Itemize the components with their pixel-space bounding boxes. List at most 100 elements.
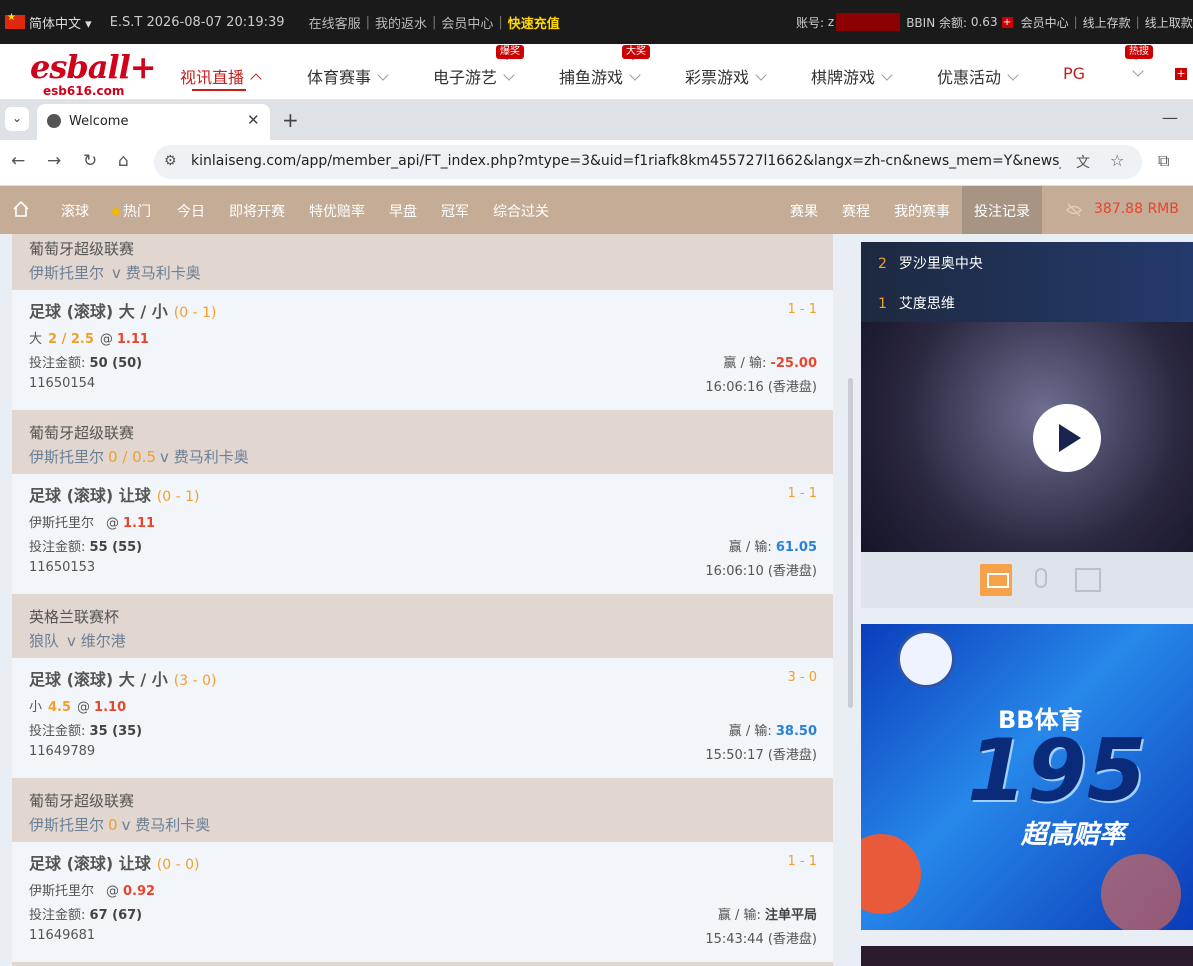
bet-odds: 1.11	[116, 332, 149, 347]
subnav-hot[interactable]: 热门	[112, 201, 151, 221]
bet-type: 足球 (滚球) 大 / 小 (3 - 0)	[29, 666, 216, 690]
chevron-down-icon	[629, 69, 641, 81]
bet-odds: 1.10	[94, 700, 127, 715]
balance-value: 0.63	[970, 15, 998, 29]
bet-type-label: 足球 (滚球) 让球	[29, 486, 151, 505]
microphone-icon[interactable]	[1035, 568, 1047, 588]
bet-odds: 0.92	[123, 884, 156, 899]
chevron-down-icon	[1132, 65, 1144, 77]
right-member-center-link[interactable]: 会员中心	[1021, 14, 1069, 31]
online-deposit-link[interactable]: 线上存款	[1083, 14, 1131, 31]
divider: |	[431, 14, 437, 30]
scrollbar[interactable]	[848, 378, 853, 708]
subnav-inplay[interactable]: 滚球	[61, 201, 89, 221]
win-loss: 赢 / 输: 注单平局	[718, 904, 817, 923]
home-icon[interactable]	[12, 200, 30, 218]
order-id: 11649789	[29, 744, 96, 759]
url-field[interactable]: ⚙ kinlaiseng.com/app/member_api/FT_index…	[154, 145, 1142, 179]
site-settings-icon[interactable]: ⚙	[164, 153, 177, 169]
bet-selection: 小 4.5 @1.10	[29, 696, 126, 715]
at-symbol: @	[77, 700, 91, 715]
stake-amount: 67 (67)	[89, 908, 143, 923]
esball-logo[interactable]: esball+ esb616.com	[30, 50, 157, 98]
win-loss-amount: 38.50	[775, 724, 817, 739]
subnav-schedule[interactable]: 赛程	[842, 201, 870, 221]
language-selector[interactable]: 简体中文 ▾	[29, 13, 92, 32]
subnav-outright[interactable]: 冠军	[441, 201, 469, 221]
stake-label: 投注金额:	[29, 540, 86, 555]
next-bet-header	[12, 962, 833, 966]
subnav-bet-history[interactable]: 投注记录	[974, 201, 1030, 221]
nav-live-video[interactable]: 视讯直播	[180, 64, 262, 91]
stake: 投注金额: 35 (35)	[29, 720, 142, 739]
plus-icon[interactable]: +	[1175, 68, 1187, 80]
subnav-my-events[interactable]: 我的赛事	[894, 201, 950, 221]
reload-icon[interactable]: ↻	[83, 151, 97, 171]
translate-icon[interactable]: 文	[1076, 152, 1090, 172]
quick-recharge-link[interactable]: 快速充值	[508, 13, 560, 32]
home-icon[interactable]: ⌂	[118, 151, 129, 171]
tv-icon[interactable]	[980, 564, 1012, 596]
win-loss-label: 赢 / 输:	[728, 540, 772, 555]
forward-icon[interactable]: →	[47, 151, 61, 171]
refresh-balance-icon[interactable]: +	[1001, 16, 1013, 28]
promo-tagline: 超高赔率	[1021, 820, 1126, 850]
selection-name: 小	[29, 700, 43, 715]
jackpot-badge: 爆奖	[496, 45, 524, 60]
layout-grid-icon[interactable]	[1075, 568, 1101, 592]
customer-service-link[interactable]: 在线客服	[309, 13, 361, 32]
nav-sports[interactable]: 体育赛事	[307, 64, 389, 88]
back-icon[interactable]: ←	[11, 151, 25, 171]
away-team: 费马利卡奥	[125, 264, 201, 282]
account-info: 账号: z BBIN 余额: 0.63 + 会员中心 | 线上存款 | 线上取款	[796, 0, 1193, 44]
online-withdraw-link[interactable]: 线上取款	[1145, 14, 1193, 31]
browser-tab[interactable]: Welcome ✕	[37, 104, 270, 140]
chevron-down-icon	[1007, 69, 1019, 81]
nav-chess[interactable]: 棋牌游戏	[811, 64, 893, 88]
member-center-link[interactable]: 会员中心	[441, 13, 493, 32]
live-match-item[interactable]: 1 艾度思维	[878, 293, 955, 313]
bet-type: 足球 (滚球) 让球 (0 - 0)	[29, 850, 199, 874]
chevron-up-icon	[250, 73, 262, 85]
chevron-down-icon	[377, 69, 389, 81]
subnav-results[interactable]: 赛果	[790, 201, 818, 221]
new-tab-icon[interactable]: +	[282, 108, 299, 132]
bookmark-star-icon[interactable]: ☆	[1110, 151, 1124, 170]
selection-name: 伊斯托里尔	[29, 884, 95, 899]
bet-history-list: 葡萄牙超级联赛 伊斯托里尔 v 费马利卡奥 足球 (滚球) 大 / 小 (0 - 1…	[12, 234, 834, 966]
play-icon[interactable]	[1033, 404, 1101, 472]
hide-balance-icon[interactable]	[1066, 203, 1082, 217]
subnav-early[interactable]: 早盘	[389, 201, 417, 221]
live-match-item[interactable]: 2 罗沙里奥中央	[878, 253, 983, 273]
divider: |	[498, 14, 503, 30]
url-text: kinlaiseng.com/app/member_api/FT_index.p…	[191, 153, 1061, 169]
subnav-today[interactable]: 今日	[177, 201, 205, 221]
bet-type-label: 足球 (滚球) 大 / 小	[29, 302, 168, 321]
subnav-special-odds[interactable]: 特优赔率	[309, 201, 365, 221]
close-tab-icon[interactable]: ✕	[247, 111, 260, 129]
match-score: 1 - 1	[787, 854, 818, 869]
vs-label: v	[121, 816, 131, 834]
nav-fishing[interactable]: 捕鱼游戏	[559, 64, 641, 88]
globe-icon	[47, 114, 61, 128]
league-name: 英格兰联赛杯	[29, 608, 120, 626]
nav-more[interactable]	[1126, 64, 1144, 83]
rank-number: 2	[878, 256, 887, 272]
minimize-icon[interactable]: —	[1162, 108, 1178, 127]
tab-search-button[interactable]: ⌄	[5, 107, 29, 131]
extensions-icon[interactable]: ⧉	[1158, 151, 1169, 171]
nav-lottery[interactable]: 彩票游戏	[685, 64, 767, 88]
rebate-link[interactable]: 我的返水	[375, 13, 427, 32]
nav-pg[interactable]: PG	[1063, 64, 1085, 83]
nav-slots[interactable]: 电子游艺	[433, 64, 515, 88]
nav-promotions[interactable]: 优惠活动	[937, 64, 1019, 88]
subnav-parlay[interactable]: 综合过关	[493, 201, 549, 221]
home-team: 伊斯托里尔	[29, 264, 105, 282]
match-teams: 伊斯托里尔 0 / 0.5 v 费马利卡奥	[29, 446, 249, 467]
chevron-down-icon	[881, 69, 893, 81]
home-team: 伊斯托里尔	[29, 448, 105, 466]
subnav-upcoming[interactable]: 即将开赛	[229, 201, 285, 221]
banner-image[interactable]	[861, 946, 1193, 966]
china-flag-icon	[5, 12, 25, 29]
promo-banner[interactable]: BB体育 195 超高赔率	[861, 624, 1193, 930]
